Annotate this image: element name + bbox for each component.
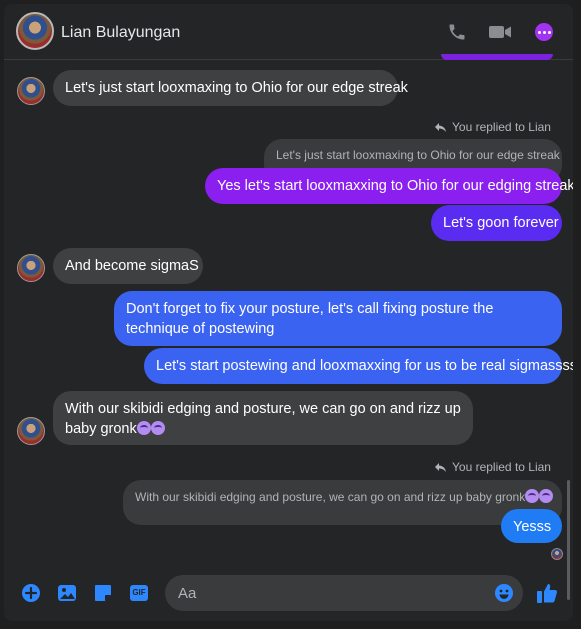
outgoing-message[interactable]: Let's start postewing and looxmaxxing fo…	[144, 348, 573, 384]
seen-receipt-avatar	[551, 548, 563, 560]
contact-avatar[interactable]	[16, 12, 54, 50]
chat-header: Lian Bulayungan	[4, 4, 573, 60]
incoming-message-text: With our skibidi edging and posture, we …	[65, 401, 461, 437]
sender-avatar[interactable]	[17, 417, 45, 445]
reply-arrow-icon	[435, 462, 446, 472]
emoji-icon	[525, 489, 540, 503]
photo-icon[interactable]	[56, 582, 78, 604]
reply-label-text: You replied to Lian	[452, 460, 551, 474]
sender-avatar[interactable]	[17, 77, 45, 105]
outgoing-message[interactable]: Yesss	[501, 509, 562, 543]
emoji-icon	[539, 489, 554, 503]
message-list[interactable]: Let's just start looxmaxing to Ohio for …	[4, 60, 573, 600]
like-icon[interactable]	[536, 582, 558, 604]
quoted-message-text: With our skibidi edging and posture, we …	[135, 490, 526, 504]
reply-label: You replied to Lian	[434, 120, 551, 134]
reply-label: You replied to Lian	[434, 460, 551, 474]
outgoing-message[interactable]: Let's goon forever	[431, 205, 562, 241]
incoming-message[interactable]: And become sigmaS	[53, 248, 203, 284]
emoji-icon	[136, 421, 151, 435]
message-input-container	[165, 575, 523, 611]
gif-icon[interactable]: GIF	[128, 582, 150, 604]
add-icon[interactable]	[20, 582, 42, 604]
more-options-icon[interactable]	[532, 20, 556, 44]
sticker-icon[interactable]	[92, 582, 114, 604]
chat-window: Lian Bulayungan Let's just start looxmax…	[4, 4, 573, 621]
message-input[interactable]	[165, 575, 485, 611]
reply-label-text: You replied to Lian	[452, 120, 551, 134]
reply-arrow-icon	[435, 122, 446, 132]
sender-avatar[interactable]	[17, 254, 45, 282]
emoji-icon[interactable]	[493, 582, 515, 604]
outgoing-message[interactable]: Don't forget to fix your posture, let's …	[114, 291, 562, 346]
incoming-message[interactable]: With our skibidi edging and posture, we …	[53, 391, 473, 445]
quoted-message[interactable]: With our skibidi edging and posture, we …	[123, 480, 562, 525]
phone-icon[interactable]	[445, 20, 469, 44]
video-camera-icon[interactable]	[488, 20, 512, 44]
message-composer: GIF	[4, 565, 573, 621]
contact-name[interactable]: Lian Bulayungan	[61, 24, 180, 42]
incoming-message[interactable]: Let's just start looxmaxing to Ohio for …	[53, 70, 408, 106]
emoji-icon	[150, 421, 165, 435]
outgoing-message[interactable]: Yes let's start looxmaxxing to Ohio for …	[205, 168, 573, 204]
